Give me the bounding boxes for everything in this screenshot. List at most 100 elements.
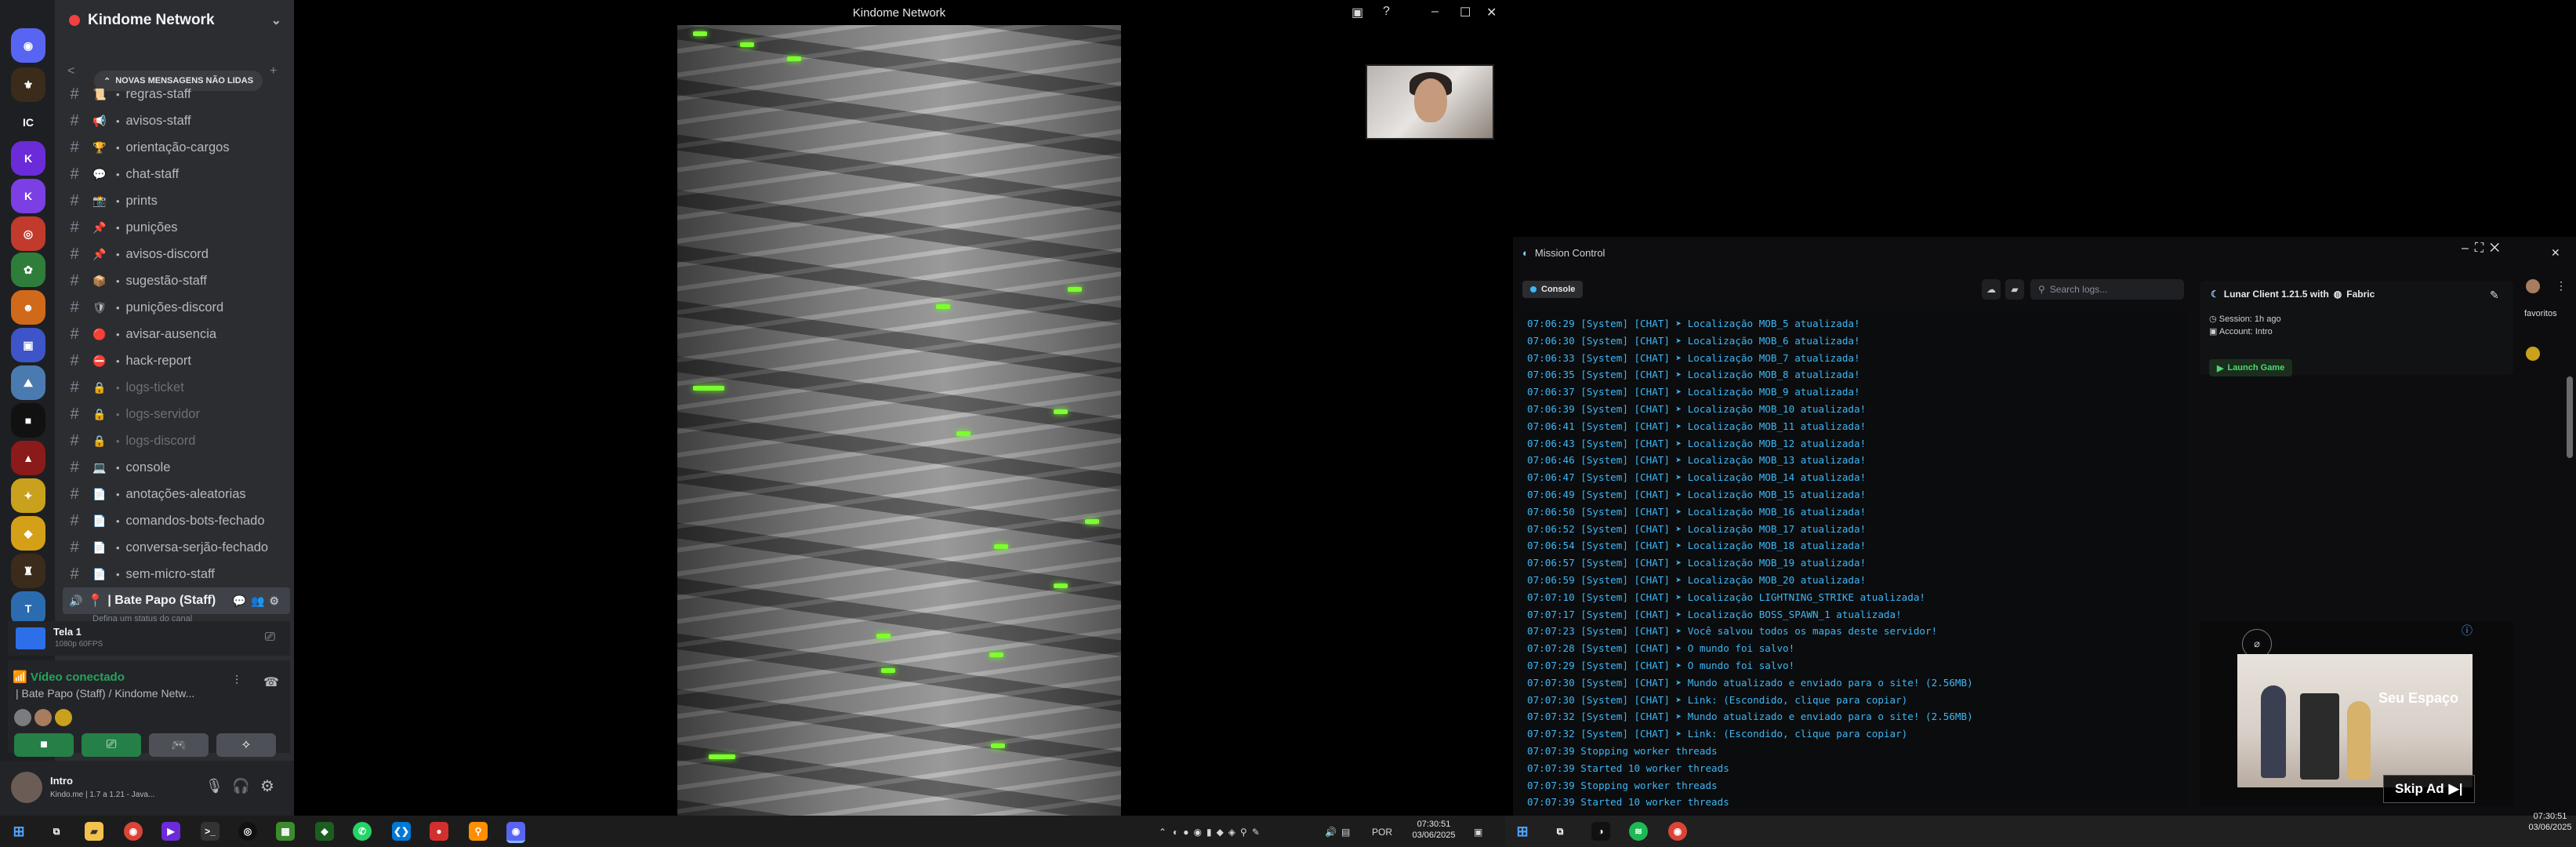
server-icon[interactable]: ▲ [11,441,45,475]
picture-in-picture-icon[interactable]: ▣ [1351,5,1363,20]
tray-icons[interactable]: ◐●◉▮◆◈⚲✎ [1173,827,1264,838]
participant-avatar[interactable] [34,709,52,726]
channel-item[interactable]: # 📢 ・ avisos-staff [66,108,289,133]
server-header[interactable]: Kindome Network ⌄ [55,0,294,41]
stream-card[interactable]: Tela 1 1080p 60FPS ⎚ [8,621,290,656]
ad-image[interactable]: Seu Espaço [2237,654,2473,787]
console-log[interactable]: 07:06:29 [System] [CHAT] ➤ Localização M… [1518,311,2187,808]
chrome-icon[interactable]: ◉ [1668,822,1687,841]
channel-item[interactable]: # 📦 ・ sugestão-staff [66,268,289,293]
server-icon[interactable]: K [11,179,45,213]
channel-item[interactable]: # 💻 ・ console [66,455,289,480]
vscode-icon[interactable]: ❮❯ [392,822,411,841]
channel-item[interactable]: # 📄 ・ comandos-bots-fechado [66,508,289,533]
channel-item[interactable]: # 📸 ・ prints [66,188,289,213]
whatsapp-icon[interactable]: ✆ [353,822,372,841]
more-options-icon[interactable]: ⋮ [2556,279,2567,293]
server-icon[interactable]: ✿ [11,253,45,287]
chevron-down-icon[interactable]: ⌄ [271,13,281,28]
stop-stream-icon[interactable]: ⎚ [265,631,275,645]
server-icon-active[interactable]: K [11,141,45,176]
task-view-icon[interactable]: ⧉ [47,822,66,841]
channel-item[interactable]: # 🛡 ・ punições-discord [66,295,289,320]
shared-screen-video[interactable] [677,25,1121,816]
voice-location[interactable]: | Bate Papo (Staff) / Kindome Netw... [16,687,194,700]
camera-button[interactable]: ■ [14,733,74,757]
user-avatar[interactable] [11,772,42,803]
channel-item[interactable]: # 📄 ・ anotações-aleatorias [66,482,289,507]
discord-taskbar-icon[interactable]: ◉ [506,822,525,843]
server-icon[interactable]: ■ [11,403,45,438]
channel-item[interactable]: # ⛔ ・ hack-report [66,348,289,373]
screen-share-button[interactable]: ⎚ [82,733,141,757]
help-icon[interactable]: ? [1383,5,1390,19]
server-icon[interactable]: ⛰ [11,365,45,400]
close-icon[interactable]: ✕ [2551,246,2560,260]
start-windows-icon[interactable]: ⊞ [9,822,28,841]
search-logs-input[interactable]: ⚲ Search logs... [2030,279,2184,300]
file-explorer-icon[interactable]: ▰ [85,822,103,841]
channel-item[interactable]: # 🏆 ・ orientação-cargos [66,135,289,160]
tab-console[interactable]: Console [1522,281,1584,298]
channel-item[interactable]: # 📜 ・ regras-staff [66,82,289,107]
app-icon[interactable]: ◎ [238,822,257,841]
channel-item[interactable]: # 🔒 ・ logs-ticket [66,375,289,400]
avatar[interactable] [2526,347,2540,361]
window-controls[interactable]: –⛶✕ [2462,242,2505,256]
server-icon[interactable]: ☻ [11,290,45,325]
app-icon[interactable]: ● [430,822,448,841]
channel-item[interactable]: # 📌 ・ avisos-discord [66,242,289,267]
channel-actions-icons[interactable]: 💬👥⚙ [233,594,284,608]
tray-overflow-icon[interactable]: ⌃ [1159,827,1166,838]
discord-home-icon[interactable]: ◉ [11,28,45,63]
active-voice-channel[interactable]: 🔊 📍 | Bate Papo (Staff) 💬👥⚙ [63,587,290,614]
task-view-icon[interactable]: ⧉ [1551,822,1569,841]
network-volume-icons[interactable]: 🔊▤ [1325,827,1355,838]
microphone-icon[interactable]: 🎙 [205,778,223,794]
launch-game-button[interactable]: ▶ Launch Game [2209,359,2293,376]
channel-item[interactable]: # 📌 ・ punições [66,215,289,240]
minecraft-icon[interactable]: ▦ [276,822,295,841]
clock-left[interactable]: 07:30:51 03/06/2025 [1406,819,1461,841]
webcam-tile[interactable] [1366,64,1494,140]
soundboard-button[interactable]: ✧ [216,733,276,757]
channel-item[interactable]: # 📄 ・ sem-micro-staff [66,562,289,587]
app-icon[interactable]: ◆ [315,822,334,841]
search-app-icon[interactable]: ⚲ [469,822,488,841]
server-icon[interactable]: ◎ [11,216,45,251]
clock-right[interactable]: 07:30:51 03/06/2025 [2524,811,2576,833]
noise-suppression-icon[interactable]: ⫶ [235,674,238,689]
notifications-icon[interactable]: ▣ [1474,827,1482,838]
channel-item[interactable]: # 🔒 ・ logs-discord [66,428,289,453]
language-indicator[interactable]: POR [1372,827,1392,838]
server-icon[interactable]: ♜ [11,554,45,588]
server-folder-icon[interactable]: ▣ [11,328,45,362]
close-icon[interactable]: ✕ [1486,5,1497,20]
app-icon[interactable]: ◑ [1591,822,1610,841]
minimize-icon[interactable]: – [1431,5,1439,19]
server-icon[interactable]: ✦ [11,478,45,513]
activity-button[interactable]: 🎮 [149,733,209,757]
server-icon[interactable]: ◆ [11,516,45,551]
upload-icon[interactable]: ☁ [1982,279,2001,300]
server-icon[interactable]: IC [11,105,45,140]
chrome-icon[interactable]: ◉ [124,822,143,841]
favorites-label[interactable]: favoritos [2524,309,2557,318]
headphones-icon[interactable]: 🎧 [232,778,249,794]
terminal-icon[interactable]: >_ [201,822,220,841]
add-channel-icon[interactable]: + [270,64,277,78]
settings-gear-icon[interactable]: ⚙ [260,776,274,796]
maximize-icon[interactable]: ☐ [1460,5,1471,20]
channel-item[interactable]: # 💬 ・ chat-staff [66,162,289,187]
folder-icon[interactable]: ▰ [2005,279,2024,300]
channel-item[interactable]: # 🔒 ・ logs-servidor [66,402,289,427]
edit-icon[interactable]: ✎ [2490,289,2499,302]
channel-item[interactable]: # 📄 ・ conversa-serjão-fechado [66,535,289,560]
participant-avatar[interactable] [55,709,72,726]
visual-studio-icon[interactable]: ▶ [161,822,180,841]
channel-item[interactable]: # 🔴 ・ avisar-ausencia [66,322,289,347]
ad-info-icon[interactable]: ⓘ [2462,623,2473,638]
avatar[interactable] [2526,279,2540,293]
scrollbar-thumb[interactable] [2567,376,2573,458]
start-windows-icon[interactable]: ⊞ [1513,822,1532,841]
